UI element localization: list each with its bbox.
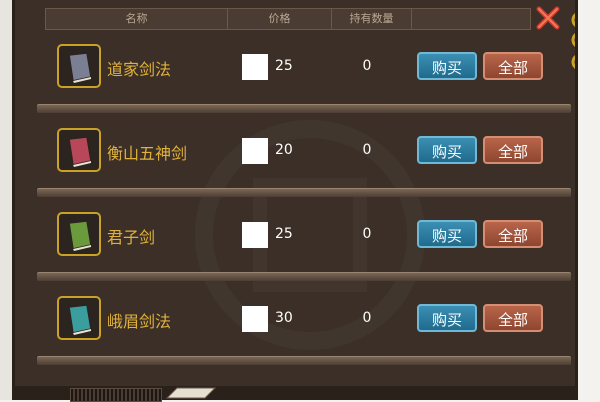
buy-all-button[interactable]: 全部 <box>483 220 543 248</box>
header-price: 价格 <box>228 9 332 29</box>
list-item: 峨眉剑法 30 0 购买 全部 <box>37 280 571 360</box>
list-item: 道家剑法 25 0 购买 全部 <box>37 28 571 108</box>
buy-button[interactable]: 购买 <box>417 304 477 332</box>
currency-icon <box>242 54 268 80</box>
item-price: 20 <box>275 142 293 158</box>
list-item: 衡山五神剑 20 0 购买 全部 <box>37 112 571 192</box>
item-held-count: 0 <box>362 58 372 74</box>
item-held-count: 0 <box>362 310 372 326</box>
item-name: 衡山五神剑 <box>107 144 188 163</box>
buy-all-button[interactable]: 全部 <box>483 304 543 332</box>
left-margin <box>0 0 12 400</box>
buy-all-button[interactable]: 全部 <box>483 52 543 80</box>
chain-ornament-icon <box>571 13 575 69</box>
shop-panel: 名称 价格 持有数量 道家剑法 25 0 购买 全部 衡山五神剑 20 0 购买… <box>12 0 578 400</box>
header-name: 名称 <box>46 9 228 29</box>
item-price: 25 <box>275 58 293 74</box>
buy-button[interactable]: 购买 <box>417 136 477 164</box>
book-icon <box>57 128 101 172</box>
item-name: 君子剑 <box>107 228 156 247</box>
header-actions <box>412 9 530 29</box>
item-price: 25 <box>275 226 293 242</box>
item-name: 道家剑法 <box>107 60 172 79</box>
currency-icon <box>242 222 268 248</box>
book-icon <box>57 212 101 256</box>
table-header: 名称 价格 持有数量 <box>45 8 531 30</box>
buy-button[interactable]: 购买 <box>417 52 477 80</box>
item-name: 峨眉剑法 <box>107 312 172 331</box>
shelf-divider <box>37 356 571 365</box>
currency-icon <box>242 306 268 332</box>
buy-button[interactable]: 购买 <box>417 220 477 248</box>
book-icon <box>57 296 101 340</box>
item-held-count: 0 <box>362 142 372 158</box>
header-held: 持有数量 <box>332 9 412 29</box>
item-held-count: 0 <box>362 226 372 242</box>
buy-all-button[interactable]: 全部 <box>483 136 543 164</box>
paper-scroll-icon <box>165 387 217 399</box>
currency-icon <box>242 138 268 164</box>
book-icon <box>57 44 101 88</box>
item-price: 30 <box>275 310 293 326</box>
list-item: 君子剑 25 0 购买 全部 <box>37 196 571 276</box>
